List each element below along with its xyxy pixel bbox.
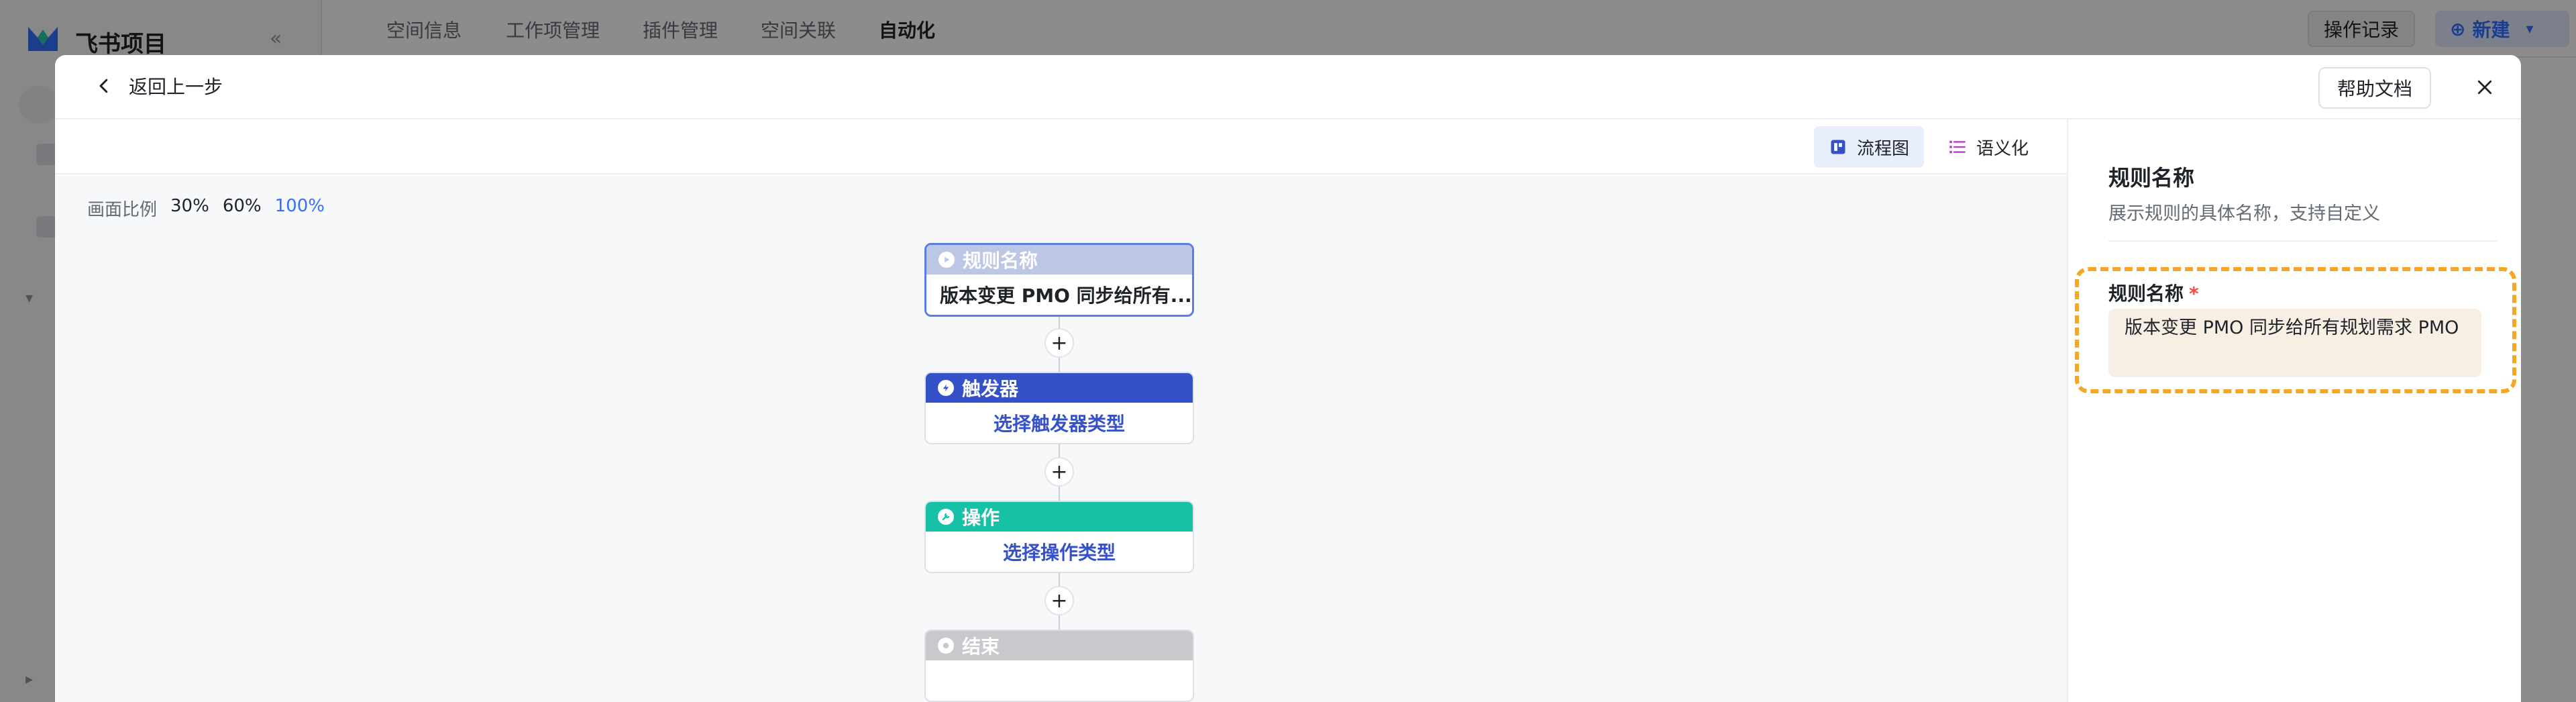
add-step-button[interactable]: + [1044,328,1074,358]
zoom-option-30[interactable]: 30% [170,196,209,221]
rule-name-field-label-text: 规则名称 [2108,283,2184,305]
help-docs-button[interactable]: 帮助文档 [2318,67,2432,109]
zoom-control: 画面比例 30% 60% 100% [87,196,325,221]
back-button[interactable]: 返回上一步 [94,72,223,99]
flowchart-icon [1831,140,1845,154]
list-icon [1949,140,1966,154]
view-switch-bar: 流程图 语义化 [55,119,2067,174]
rule-name-field-label: 规则名称 * [2108,279,2199,306]
zoom-option-60[interactable]: 60% [223,196,262,221]
panel-divider [2108,240,2498,242]
operation-node[interactable]: 操作 选择操作类型 [924,501,1194,573]
back-label: 返回上一步 [129,76,223,98]
trigger-node[interactable]: 触发器 选择触发器类型 [924,372,1194,444]
automation-rule-modal: 返回上一步 帮助文档 流程图 语义化 画面比例 30% 60% 100% + +… [55,55,2521,702]
modal-header: 返回上一步 帮助文档 [55,55,2521,119]
required-mark: * [2189,283,2199,305]
close-button[interactable] [2470,72,2500,102]
zoom-option-100[interactable]: 100% [275,196,325,221]
panel-description: 展示规则的具体名称，支持自定义 [2108,203,2380,224]
chevron-left-icon [99,79,108,93]
rule-name-node-value: 版本变更 PMO 同步给所有... [940,285,1192,307]
semantic-view-label: 语义化 [1976,138,2029,159]
select-operation-type-link[interactable]: 选择操作类型 [926,532,1193,572]
rule-config-panel: 规则名称 展示规则的具体名称，支持自定义 规则名称 * 版本变更 PMO 同步给所… [2070,119,2521,702]
end-node[interactable]: 结束 [924,630,1194,702]
rule-name-node-header: 规则名称 [926,245,1192,274]
end-node-header: 结束 [926,631,1193,660]
panel-title: 规则名称 [2108,165,2195,191]
wrench-icon [938,509,954,525]
rule-name-node[interactable]: 规则名称 版本变更 PMO 同步给所有... [924,243,1194,317]
stop-icon [938,638,954,654]
rule-name-node-title: 规则名称 [963,250,1038,272]
add-step-button[interactable]: + [1044,586,1074,615]
flow-view-label: 流程图 [1857,138,1910,159]
operation-node-title: 操作 [962,507,1000,529]
trigger-node-header: 触发器 [926,373,1193,403]
flow-editor: 流程图 语义化 画面比例 30% 60% 100% + + + 规则名称 版本变… [55,119,2068,702]
flow-view-button[interactable]: 流程图 [1814,126,1925,168]
end-node-body [926,660,1193,701]
lightning-icon [938,380,954,396]
end-node-title: 结束 [962,636,1000,658]
zoom-label: 画面比例 [87,200,158,220]
trigger-node-title: 触发器 [962,378,1019,400]
add-step-button[interactable]: + [1044,457,1074,487]
operation-node-header: 操作 [926,502,1193,532]
rule-name-input[interactable]: 版本变更 PMO 同步给所有规划需求 PMO [2108,309,2481,377]
semantic-view-button[interactable]: 语义化 [1933,126,2043,168]
flow-canvas[interactable]: 画面比例 30% 60% 100% + + + 规则名称 版本变更 PMO 同步… [55,176,2067,702]
select-trigger-type-link[interactable]: 选择触发器类型 [926,403,1193,443]
play-icon [938,252,955,268]
close-icon [2477,80,2492,95]
